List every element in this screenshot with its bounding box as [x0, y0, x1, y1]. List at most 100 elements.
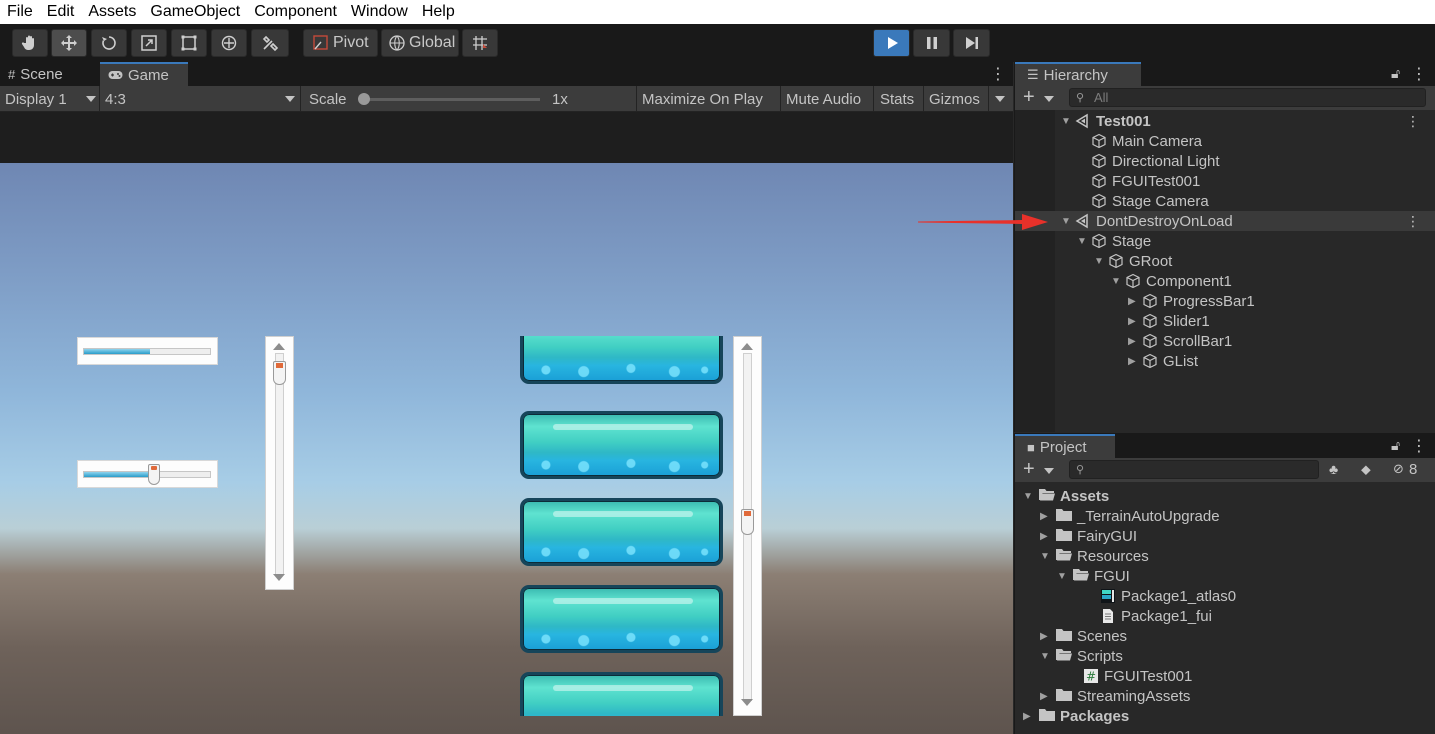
vertical-scrollbar[interactable]: [265, 336, 294, 590]
scale-tool-button[interactable]: [131, 29, 167, 57]
glist-item-button[interactable]: [520, 336, 723, 384]
lock-icon[interactable]: 🔓︎: [1391, 65, 1400, 82]
menu-gameobject[interactable]: GameObject: [150, 3, 240, 21]
scrollbar-thumb[interactable]: [273, 361, 286, 385]
game-viewport[interactable]: [0, 163, 1013, 734]
menu-edit[interactable]: Edit: [47, 3, 75, 21]
hierarchy-item[interactable]: ▼ Stage: [1015, 231, 1435, 251]
add-icon[interactable]: +: [1023, 458, 1035, 481]
scroll-up-arrow-icon[interactable]: [741, 343, 753, 350]
maximize-on-play-toggle[interactable]: Maximize On Play: [642, 88, 763, 110]
mute-audio-toggle[interactable]: Mute Audio: [786, 88, 861, 110]
hierarchy-search-input[interactable]: ⚲ All: [1069, 88, 1426, 107]
glist[interactable]: [519, 336, 724, 716]
hierarchy-item[interactable]: ▶ ProgressBar1: [1015, 291, 1435, 311]
project-search-input[interactable]: ⚲: [1069, 460, 1319, 479]
project-item[interactable]: ▼ Scripts: [1015, 646, 1435, 666]
project-item[interactable]: ▼ Assets: [1015, 486, 1435, 506]
collapse-arrow-icon[interactable]: ▶: [1128, 356, 1136, 367]
project-menu-icon[interactable]: ⋮: [1411, 436, 1427, 456]
collapse-arrow-icon[interactable]: ▶: [1040, 531, 1048, 542]
pause-button[interactable]: [913, 29, 950, 57]
expand-arrow-icon[interactable]: ▼: [1077, 236, 1087, 247]
hidden-packages-icon[interactable]: ⊘: [1393, 461, 1404, 477]
lock-icon[interactable]: 🔓︎: [1391, 437, 1400, 454]
hierarchy-item[interactable]: ▼ Component1: [1015, 271, 1435, 291]
expand-arrow-icon[interactable]: ▼: [1040, 551, 1050, 562]
stats-toggle[interactable]: Stats: [880, 88, 914, 110]
hierarchy-item[interactable]: Directional Light: [1015, 151, 1435, 171]
glist-item-button[interactable]: [520, 585, 723, 653]
hierarchy-item[interactable]: ▼ Test001 ⋮: [1015, 111, 1435, 131]
custom-tool-button[interactable]: [251, 29, 289, 57]
project-item[interactable]: # FGUITest001: [1015, 666, 1435, 686]
hierarchy-item[interactable]: ▼ DontDestroyOnLoad ⋮: [1015, 211, 1435, 231]
scene-menu-icon[interactable]: ⋮: [1406, 113, 1420, 130]
filter-label-icon[interactable]: ⬥: [1361, 461, 1371, 478]
project-item[interactable]: Package1_fui: [1015, 606, 1435, 626]
project-item[interactable]: ▶ Packages: [1015, 706, 1435, 726]
hierarchy-item[interactable]: Main Camera: [1015, 131, 1435, 151]
menu-help[interactable]: Help: [422, 3, 455, 21]
scroll-up-arrow-icon[interactable]: [273, 343, 285, 350]
list-scrollbar[interactable]: [733, 336, 762, 716]
collapse-arrow-icon[interactable]: ▶: [1023, 711, 1031, 722]
slider-thumb[interactable]: [148, 464, 160, 485]
glist-item-button[interactable]: [520, 672, 723, 716]
gizmos-dropdown-icon[interactable]: [995, 96, 1005, 102]
hierarchy-menu-icon[interactable]: ⋮: [1411, 64, 1427, 84]
grid-snap-button[interactable]: [462, 29, 498, 57]
hierarchy-item[interactable]: Stage Camera: [1015, 191, 1435, 211]
project-item[interactable]: ▼ FGUI: [1015, 566, 1435, 586]
pivot-toggle[interactable]: Pivot: [303, 29, 378, 57]
hand-tool-button[interactable]: [12, 29, 48, 57]
display-dropdown[interactable]: Display 1: [5, 88, 97, 110]
project-item[interactable]: Package1_atlas0: [1015, 586, 1435, 606]
scene-menu-icon[interactable]: ⋮: [1406, 213, 1420, 230]
glist-item-button[interactable]: [520, 498, 723, 566]
move-tool-button[interactable]: [51, 29, 87, 57]
expand-arrow-icon[interactable]: ▼: [1057, 571, 1067, 582]
play-button[interactable]: [873, 29, 910, 57]
tab-project[interactable]: ■ Project: [1015, 434, 1115, 458]
scale-slider[interactable]: [358, 93, 540, 105]
menu-window[interactable]: Window: [351, 3, 408, 21]
hierarchy-item[interactable]: ▶ GList: [1015, 351, 1435, 371]
project-item[interactable]: ▶ FairyGUI: [1015, 526, 1435, 546]
project-item[interactable]: ▶ _TerrainAutoUpgrade: [1015, 506, 1435, 526]
tab-game[interactable]: Game: [100, 62, 188, 86]
horizontal-slider[interactable]: [77, 460, 218, 488]
scroll-down-arrow-icon[interactable]: [741, 699, 753, 706]
rect-tool-button[interactable]: [171, 29, 207, 57]
step-button[interactable]: [953, 29, 990, 57]
transform-tool-button[interactable]: [211, 29, 247, 57]
add-icon[interactable]: +: [1023, 86, 1035, 109]
aspect-dropdown[interactable]: 4:3: [105, 88, 297, 110]
expand-arrow-icon[interactable]: ▼: [1061, 216, 1071, 227]
expand-arrow-icon[interactable]: ▼: [1023, 491, 1033, 502]
expand-arrow-icon[interactable]: ▼: [1111, 276, 1121, 287]
collapse-arrow-icon[interactable]: ▶: [1040, 511, 1048, 522]
collapse-arrow-icon[interactable]: ▶: [1040, 691, 1048, 702]
collapse-arrow-icon[interactable]: ▶: [1040, 631, 1048, 642]
collapse-arrow-icon[interactable]: ▶: [1128, 336, 1136, 347]
project-item[interactable]: ▼ Resources: [1015, 546, 1435, 566]
hierarchy-item[interactable]: ▶ ScrollBar1: [1015, 331, 1435, 351]
hierarchy-item[interactable]: FGUITest001: [1015, 171, 1435, 191]
filter-type-icon[interactable]: ♣: [1329, 461, 1338, 477]
scroll-down-arrow-icon[interactable]: [273, 574, 285, 581]
list-scrollbar-thumb[interactable]: [741, 509, 754, 535]
global-toggle[interactable]: Global: [381, 29, 459, 57]
expand-arrow-icon[interactable]: ▼: [1040, 651, 1050, 662]
rotate-tool-button[interactable]: [91, 29, 127, 57]
hierarchy-item[interactable]: ▼ GRoot: [1015, 251, 1435, 271]
collapse-arrow-icon[interactable]: ▶: [1128, 296, 1136, 307]
gizmos-toggle[interactable]: Gizmos: [929, 88, 980, 110]
project-item[interactable]: ▶ StreamingAssets: [1015, 686, 1435, 706]
hierarchy-item[interactable]: ▶ Slider1: [1015, 311, 1435, 331]
scene-panel-menu-icon[interactable]: ⋮: [990, 64, 1006, 84]
glist-item-button[interactable]: [520, 411, 723, 479]
tab-hierarchy[interactable]: ☰ Hierarchy: [1015, 62, 1141, 86]
chevron-down-icon[interactable]: [1044, 96, 1054, 102]
collapse-arrow-icon[interactable]: ▶: [1128, 316, 1136, 327]
